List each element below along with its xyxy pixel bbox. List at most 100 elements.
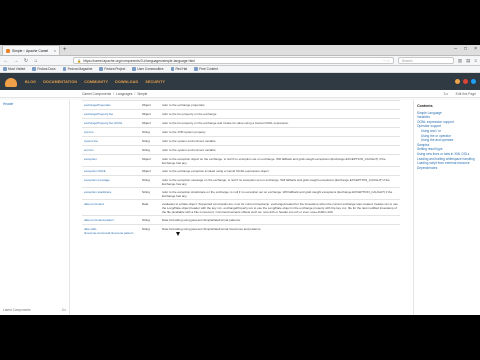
variable-description: refer to the exception.message on the ex… bbox=[160, 175, 400, 188]
variable-description: refer to the system environment variable bbox=[160, 145, 400, 155]
back-icon[interactable]: ← bbox=[3, 58, 9, 64]
variable-name: exception.message bbox=[82, 175, 140, 188]
table-row: date-with-timezone:command:timezone:patt… bbox=[82, 224, 400, 236]
variable-name: sysenv.foo bbox=[82, 136, 140, 146]
version-selector[interactable]: 3.x bbox=[444, 92, 448, 96]
variable-name: exchangeProperties bbox=[82, 100, 140, 110]
reload-icon[interactable]: ↻ bbox=[23, 58, 29, 64]
search-input[interactable]: Search bbox=[397, 57, 454, 64]
minimize-icon[interactable]: – bbox=[454, 46, 457, 52]
bookmark-icon bbox=[170, 67, 174, 71]
nav-blog[interactable]: BLOG bbox=[25, 80, 36, 84]
breadcrumb-item[interactable]: Camel Components bbox=[82, 92, 111, 96]
home-icon[interactable]: ⌂ bbox=[33, 58, 39, 64]
bookmark-icon bbox=[32, 67, 36, 71]
forward-icon[interactable]: → bbox=[13, 58, 19, 64]
variable-type: Object bbox=[140, 166, 160, 176]
bookmark-item[interactable]: Fedora Docs bbox=[32, 67, 56, 71]
bookmarks-bar: Most Visited Fedora Docs Fedora Magazine… bbox=[0, 66, 480, 73]
bookmark-icon bbox=[99, 67, 103, 71]
variable-name: date:command bbox=[82, 199, 140, 216]
tab-bar: Simple :: Apache Camel × + – □ × bbox=[0, 45, 480, 56]
browser-window: Simple :: Apache Camel × + – □ × ← → ↻ ⌂… bbox=[0, 45, 480, 315]
page-actions-icon[interactable]: ··· ☆ bbox=[382, 59, 389, 63]
variable-type: String bbox=[140, 187, 160, 200]
nav-documentation[interactable]: DOCUMENTATION bbox=[43, 80, 77, 84]
variable-type: Date bbox=[140, 199, 160, 216]
main-article: exchangeProperties Object refer to the exc… bbox=[70, 100, 414, 315]
twitter-icon[interactable] bbox=[471, 79, 476, 84]
tab-title: Simple :: Apache Camel bbox=[12, 48, 49, 53]
variables-table: exchangeProperties Object refer to the exc… bbox=[82, 100, 400, 236]
variable-description: Date formatting using java.text.SimpleDa… bbox=[160, 215, 400, 225]
bookmark-item[interactable]: Fedora Project bbox=[99, 67, 125, 71]
camel-logo-icon[interactable] bbox=[4, 76, 18, 88]
bookmark-icon bbox=[3, 67, 7, 71]
variable-description: evaluates to a Date object. Supported co… bbox=[160, 199, 400, 216]
variable-type: Object bbox=[140, 154, 160, 167]
close-tab-icon[interactable]: × bbox=[54, 48, 56, 53]
page-content: HeaderHL7 TerserJSONPathJsonPathXPathOGN… bbox=[0, 100, 480, 315]
table-row: exchangeProperty.foo.OGNL Object refer to … bbox=[82, 118, 400, 128]
variable-description: refer to the foo property on the exchang… bbox=[160, 118, 400, 128]
table-row: sysenv.foo String refer to the system envi… bbox=[82, 136, 400, 146]
search-icon[interactable] bbox=[455, 79, 460, 84]
variable-name: exchangeProperty.foo bbox=[82, 109, 140, 119]
table-row: exception.OGNL Object refer to the exchang… bbox=[82, 166, 400, 176]
variable-description: refer to the exchange properties bbox=[160, 100, 400, 110]
edit-page-link[interactable]: Edit this Page bbox=[456, 92, 476, 96]
variable-type: String bbox=[140, 175, 160, 188]
menu-icon[interactable]: ≡ bbox=[474, 58, 477, 64]
toolbar-icons: ▥ ▤ ≡ bbox=[458, 58, 477, 64]
browser-tab[interactable]: Simple :: Apache Camel × bbox=[2, 45, 60, 55]
variable-type: String bbox=[140, 215, 160, 225]
url-bar[interactable]: 🔒 https://camel.apache.org/components/3.… bbox=[73, 57, 394, 64]
new-tab-button[interactable]: + bbox=[63, 46, 67, 55]
nav-security[interactable]: SECURITY bbox=[145, 80, 165, 84]
variable-name: date:command:pattern bbox=[82, 215, 140, 225]
table-of-contents: Contents Simple Language Variables OGNL ex… bbox=[414, 100, 480, 315]
bookmark-item[interactable]: Red Hat bbox=[170, 67, 187, 71]
nav-community[interactable]: COMMUNITY bbox=[84, 80, 108, 84]
variable-name: exception bbox=[82, 154, 140, 167]
bookmark-item[interactable]: User Communities bbox=[132, 67, 164, 71]
nav-download[interactable]: DOWNLOAD bbox=[115, 80, 138, 84]
sidebar-footer-label: Latest Components bbox=[3, 307, 31, 312]
variable-description: refer to the exception object on the exc… bbox=[160, 154, 400, 167]
site-header: BLOG DOCUMENTATION COMMUNITY DOWNLOAD SE… bbox=[0, 73, 480, 90]
breadcrumb-item[interactable]: Languages bbox=[116, 92, 132, 96]
bookmark-icon bbox=[62, 67, 67, 71]
bookmark-item[interactable]: Free Content bbox=[194, 67, 218, 71]
mouse-cursor-icon bbox=[176, 232, 180, 236]
variable-name: date-with-timezone:command:timezone:patt… bbox=[82, 224, 140, 236]
breadcrumb: Camel Components / Languages / Simple bbox=[82, 91, 148, 96]
breadcrumb-bar: Camel Components / Languages / Simple 3.x … bbox=[0, 90, 480, 98]
variable-name: exception.stacktrace bbox=[82, 187, 140, 200]
maximize-icon[interactable]: □ bbox=[464, 46, 467, 52]
sidebar-footer[interactable]: Latest Components 3.x bbox=[3, 308, 66, 313]
table-row: env.foo String refer to the system environ… bbox=[82, 145, 400, 155]
variable-name: exchangeProperty.foo.OGNL bbox=[82, 118, 140, 128]
variable-name: sys.foo bbox=[82, 127, 140, 137]
table-row: exception Object refer to the exception ob… bbox=[82, 154, 400, 167]
github-icon[interactable] bbox=[463, 79, 468, 84]
library-icon[interactable]: ▥ bbox=[458, 58, 462, 64]
table-row: date:command Date evaluates to a Date obje… bbox=[82, 199, 400, 216]
sidebar-icon[interactable]: ▤ bbox=[466, 58, 470, 64]
bookmark-item[interactable]: Fedora Magazine bbox=[62, 67, 92, 71]
sidebar-footer-version: 3.x bbox=[61, 307, 66, 312]
bookmark-icon bbox=[194, 67, 198, 71]
close-window-icon[interactable]: × bbox=[474, 46, 477, 52]
navigation-toolbar: ← → ↻ ⌂ 🔒 https://camel.apache.org/compo… bbox=[0, 56, 480, 66]
sidebar-list: HeaderHL7 TerserJSONPathJsonPathXPathOGN… bbox=[3, 102, 66, 107]
toc-item[interactable]: Using new lines or tabs in XML DSLs bbox=[417, 152, 477, 157]
camel-favicon-icon bbox=[6, 48, 10, 53]
toc-item[interactable]: Dependencies bbox=[417, 166, 477, 171]
variable-description: refer to the system environment variable bbox=[160, 136, 400, 146]
bookmark-item[interactable]: Most Visited bbox=[3, 67, 25, 71]
variable-type: String bbox=[140, 224, 160, 236]
variable-type: Object bbox=[140, 100, 160, 110]
variable-description: Date formatting using java.text.SimpleDa… bbox=[160, 224, 400, 236]
variable-name: env.foo bbox=[82, 145, 140, 155]
breadcrumb-item[interactable]: Simple bbox=[137, 92, 147, 96]
